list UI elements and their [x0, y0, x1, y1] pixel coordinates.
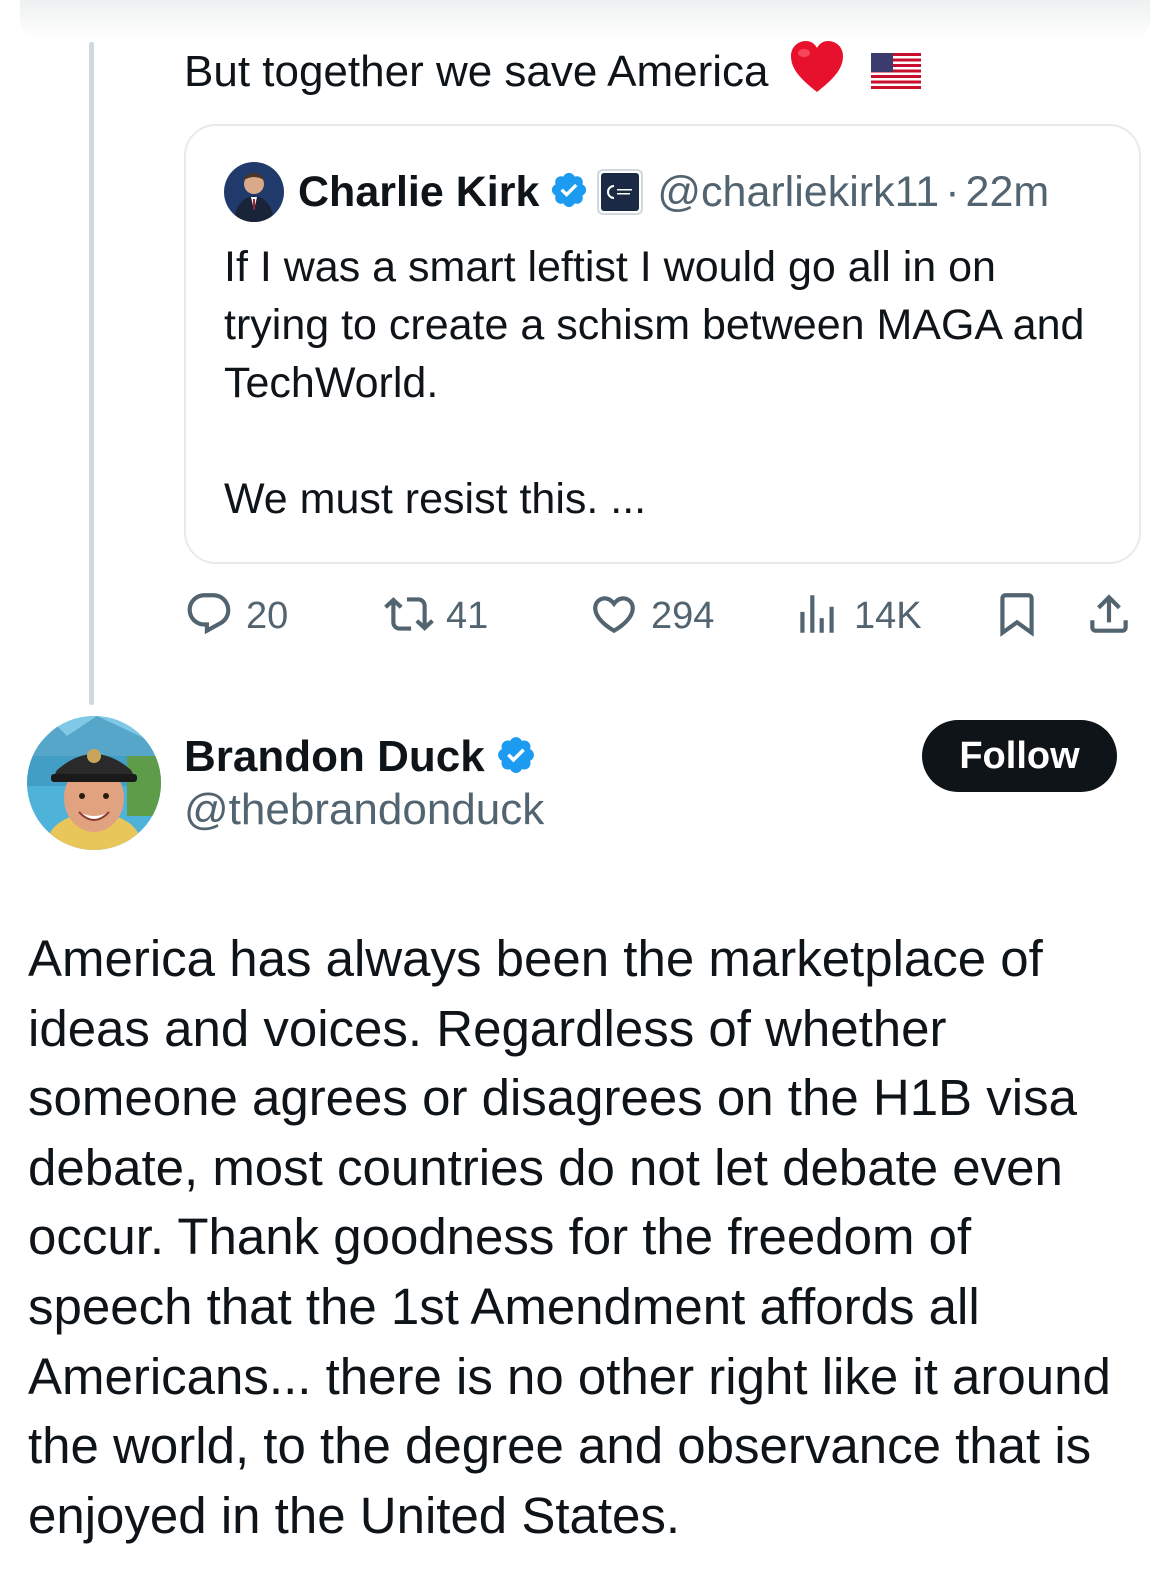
tweet-actions-bar: 20 41 294 14K — [184, 586, 1144, 646]
quoted-author-name[interactable]: Charlie Kirk — [298, 168, 539, 217]
bookmark-icon — [992, 589, 1042, 644]
share-button[interactable] — [1084, 586, 1134, 646]
quoted-author-avatar[interactable] — [224, 162, 284, 222]
like-icon — [589, 589, 639, 644]
quoted-tweet-header: Charlie Kirk @charliekirk11 · 22m — [224, 162, 1049, 222]
author-name[interactable]: Brandon Duck — [184, 732, 485, 782]
thread-line — [89, 42, 94, 705]
like-button[interactable]: 294 — [589, 586, 714, 646]
header-separator: · — [945, 167, 960, 216]
author-name-row: Brandon Duck — [184, 728, 537, 786]
quoted-author-handle[interactable]: @charliekirk11 — [657, 168, 939, 217]
org-affiliation-icon[interactable] — [597, 169, 644, 215]
reply-count: 20 — [246, 594, 289, 637]
views-button[interactable]: 14K — [792, 586, 922, 646]
reply-tweet-body: But together we save America — [184, 47, 769, 97]
verified-badge-icon — [549, 170, 589, 215]
reply-icon — [184, 589, 234, 644]
like-count: 294 — [651, 594, 715, 637]
reply-button[interactable]: 20 — [184, 586, 288, 646]
repost-button[interactable]: 41 — [384, 586, 488, 646]
verified-badge-icon — [495, 734, 537, 781]
previous-tweet-edge — [20, 0, 1150, 40]
us-flag-emoji — [871, 46, 921, 104]
author-avatar[interactable] — [27, 716, 161, 850]
author-handle[interactable]: @thebrandonduck — [184, 784, 544, 836]
repost-icon — [384, 589, 434, 644]
follow-button[interactable]: Follow — [922, 720, 1117, 792]
repost-count: 41 — [446, 594, 489, 637]
red-heart-emoji — [789, 40, 845, 109]
share-icon — [1084, 589, 1134, 644]
reply-tweet-text: But together we save America — [184, 40, 921, 109]
quoted-tweet-time[interactable]: 22m — [966, 168, 1050, 217]
quoted-tweet-paragraph: If I was a smart leftist I would go all … — [224, 243, 1085, 407]
views-count: 14K — [854, 594, 922, 637]
main-tweet-body: America has always been the marketplace … — [28, 930, 1111, 1544]
bookmark-button[interactable] — [992, 586, 1042, 646]
quoted-tweet-card[interactable]: Charlie Kirk @charliekirk11 · 22m If I w… — [184, 124, 1141, 564]
views-icon — [792, 589, 842, 644]
quoted-tweet-body: If I was a smart leftist I would go all … — [224, 238, 1104, 528]
quoted-tweet-paragraph: We must resist this. ... — [224, 475, 647, 523]
